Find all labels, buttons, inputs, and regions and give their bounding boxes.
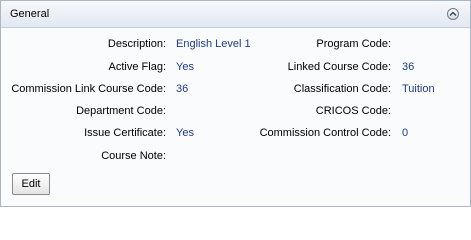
issue-certificate-value: Yes [176, 127, 194, 139]
linked-course-code-value: 36 [402, 61, 415, 73]
commission-link-course-code-value: 36 [176, 83, 189, 95]
panel-title: General [10, 8, 50, 20]
issue-certificate-label: Issue Certificate: [84, 127, 166, 139]
commission-link-course-code-label: Commission Link Course Code: [11, 83, 166, 95]
active-flag-label: Active Flag: [108, 61, 166, 73]
commission-control-code-value: 0 [402, 127, 409, 139]
linked-course-code-label: Linked Course Code: [287, 61, 391, 73]
general-panel: General Description: English Level 1 Pro… [0, 0, 471, 207]
panel-body: Description: English Level 1 Program Cod… [1, 28, 470, 206]
description-label: Description: [107, 38, 166, 50]
program-code-label: Program Code: [316, 38, 391, 50]
active-flag-value: Yes [176, 61, 194, 73]
classification-code-label: Classification Code: [293, 83, 391, 95]
chevron-up-icon[interactable] [447, 8, 459, 20]
panel-header: General [1, 1, 470, 28]
course-note-label: Course Note: [101, 150, 166, 162]
department-code-label: Department Code: [76, 105, 166, 117]
cricos-code-label: CRICOS Code: [315, 105, 391, 117]
commission-control-code-label: Commission Control Code: [259, 127, 391, 139]
edit-button[interactable]: Edit [12, 173, 50, 195]
classification-code-value: Tuition [402, 83, 435, 95]
description-value: English Level 1 [176, 38, 251, 50]
